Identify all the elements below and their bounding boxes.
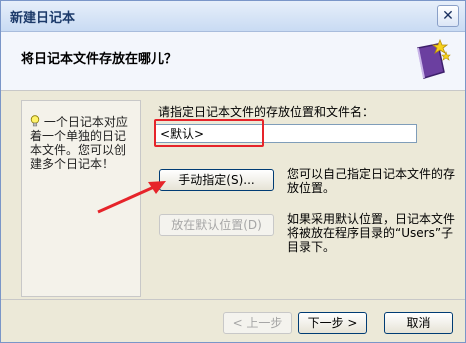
page-title: 将日记本文件存放在哪儿？ (21, 52, 178, 67)
diary-book-icon (417, 38, 451, 79)
cancel-button[interactable]: 取消 (384, 312, 453, 334)
location-label: 请指定日记本文件的存放位置和文件名： (158, 105, 375, 119)
wizard-header: 将日记本文件存放在哪儿？ (1, 32, 465, 91)
window-title: 新建日记本 (10, 11, 76, 26)
arrow-annotation (97, 181, 166, 214)
tip-text: 一个日记本对应着一个单独的日记本文件。您可以创建多个日记本！ (30, 115, 128, 171)
wizard-content: 一个日记本对应着一个单独的日记本文件。您可以创建多个日记本！ 请指定日记本文件的… (1, 91, 465, 299)
default-location-button[interactable]: 放在默认位置(D) (159, 214, 274, 236)
footer-divider (1, 299, 465, 300)
lightbulb-icon (30, 115, 40, 127)
manual-description: 您可以自己指定日记本文件的存放位置。 (287, 167, 456, 195)
next-button[interactable]: 下一步 > (298, 312, 367, 334)
manual-specify-button[interactable]: 手动指定(S)... (159, 169, 274, 191)
previous-button[interactable]: < 上一步 (223, 312, 292, 334)
tip-text-block: 一个日记本对应着一个单独的日记本文件。您可以创建多个日记本！ (30, 115, 136, 171)
new-diary-dialog: 新建日记本 ✕ 将日记本文件存放在哪儿？ 一个日记本对应着一个单独的日记本文件。… (0, 0, 466, 343)
close-button[interactable]: ✕ (437, 5, 459, 27)
close-icon: ✕ (442, 8, 454, 24)
highlight-box (154, 119, 264, 147)
title-bar: 新建日记本 ✕ (1, 1, 465, 32)
default-description: 如果采用默认位置，日记本文件将被放在程序目录的“Users”子目录下。 (287, 212, 456, 254)
